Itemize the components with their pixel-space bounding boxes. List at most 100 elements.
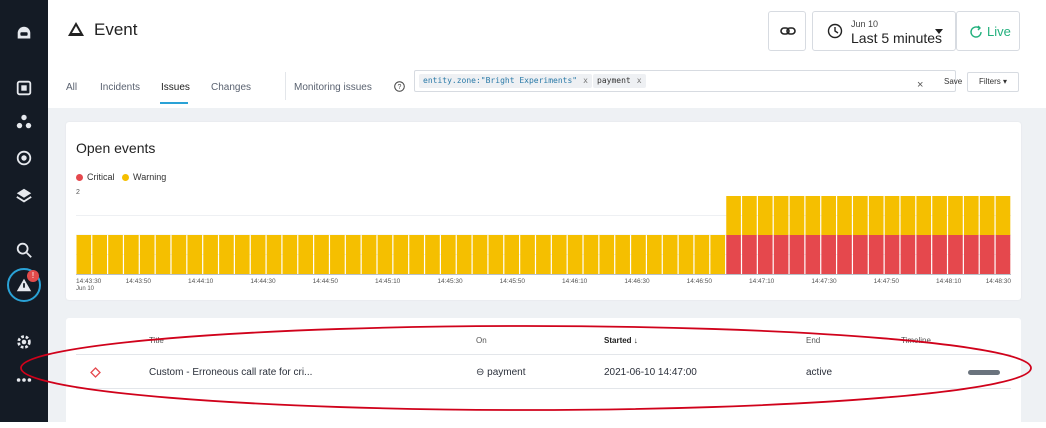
tab-issues[interactable]: Issues: [161, 82, 190, 93]
dashboard-icon[interactable]: [14, 78, 34, 98]
bar-critical[interactable]: [726, 235, 741, 274]
bar-warning[interactable]: [742, 196, 757, 235]
bar-warning[interactable]: [979, 196, 995, 235]
bar-warning[interactable]: [916, 196, 932, 235]
bar-critical[interactable]: [789, 235, 805, 274]
filter-chip-zone[interactable]: entity.zone:"Bright Experiments" x: [419, 74, 592, 88]
chip-remove-icon[interactable]: x: [637, 76, 642, 85]
bar-warning[interactable]: [124, 235, 139, 274]
bar-warning[interactable]: [139, 235, 155, 274]
bar-warning[interactable]: [520, 235, 535, 274]
bar-warning[interactable]: [92, 235, 107, 274]
filters-dropdown[interactable]: Filters ▾: [967, 72, 1019, 92]
bar-warning[interactable]: [377, 235, 393, 274]
bar-warning[interactable]: [345, 235, 361, 274]
bar-warning[interactable]: [726, 196, 741, 235]
bar-warning[interactable]: [868, 196, 884, 235]
bar-warning[interactable]: [662, 235, 678, 274]
bar-warning[interactable]: [219, 235, 234, 274]
bar-critical[interactable]: [742, 235, 757, 274]
bar-warning[interactable]: [504, 235, 520, 274]
column-timeline[interactable]: Timeline: [901, 336, 931, 345]
column-end[interactable]: End: [806, 336, 820, 345]
bar-warning[interactable]: [853, 196, 868, 235]
bar-critical[interactable]: [853, 235, 868, 274]
bar-warning[interactable]: [472, 235, 488, 274]
bar-warning[interactable]: [425, 235, 440, 274]
bar-warning[interactable]: [900, 196, 916, 235]
bar-warning[interactable]: [631, 235, 646, 274]
bar-warning[interactable]: [948, 196, 963, 235]
bar-warning[interactable]: [599, 235, 615, 274]
bar-warning[interactable]: [884, 196, 900, 235]
bar-warning[interactable]: [234, 235, 250, 274]
bar-warning[interactable]: [155, 235, 171, 274]
bar-critical[interactable]: [805, 235, 821, 274]
bar-warning[interactable]: [773, 196, 789, 235]
bar-critical[interactable]: [868, 235, 884, 274]
event-on[interactable]: ⊖ payment: [476, 367, 526, 378]
infrastructure-icon[interactable]: [14, 148, 34, 168]
bar-critical[interactable]: [821, 235, 836, 274]
bar-warning[interactable]: [615, 235, 630, 274]
bar-critical[interactable]: [963, 235, 979, 274]
column-started[interactable]: Started ↓: [604, 336, 638, 345]
bar-warning[interactable]: [789, 196, 805, 235]
search-icon[interactable]: [14, 240, 34, 260]
filter-chip-payment[interactable]: payment x: [593, 74, 646, 88]
bar-warning[interactable]: [583, 235, 599, 274]
bar-warning[interactable]: [171, 235, 187, 274]
bar-warning[interactable]: [187, 235, 203, 274]
tab-changes[interactable]: Changes: [211, 82, 251, 93]
bar-critical[interactable]: [948, 235, 963, 274]
bar-warning[interactable]: [932, 196, 947, 235]
settings-icon[interactable]: [14, 332, 34, 352]
bar-warning[interactable]: [108, 235, 123, 274]
tab-incidents[interactable]: Incidents: [100, 82, 140, 93]
bar-warning[interactable]: [409, 235, 424, 274]
logo-icon[interactable]: [14, 24, 34, 44]
column-title[interactable]: Title: [149, 336, 164, 345]
copy-link-button[interactable]: [768, 11, 806, 51]
bar-critical[interactable]: [979, 235, 995, 274]
bar-warning[interactable]: [821, 196, 836, 235]
legend-warning[interactable]: Warning: [133, 172, 166, 182]
bar-critical[interactable]: [916, 235, 932, 274]
bar-warning[interactable]: [266, 235, 282, 274]
tab-all[interactable]: All: [66, 82, 77, 93]
bar-critical[interactable]: [932, 235, 947, 274]
bar-warning[interactable]: [456, 235, 472, 274]
bar-warning[interactable]: [250, 235, 266, 274]
bar-warning[interactable]: [963, 196, 979, 235]
bar-warning[interactable]: [282, 235, 298, 274]
bar-warning[interactable]: [837, 196, 852, 235]
tab-monitoring-issues[interactable]: Monitoring issues: [294, 82, 372, 93]
save-filter-button[interactable]: Save: [944, 77, 962, 86]
bar-critical[interactable]: [757, 235, 773, 274]
bar-warning[interactable]: [536, 235, 551, 274]
bar-warning[interactable]: [567, 235, 583, 274]
live-toggle-button[interactable]: Live: [956, 11, 1020, 51]
bar-critical[interactable]: [995, 235, 1011, 274]
bar-warning[interactable]: [298, 235, 314, 274]
bar-warning[interactable]: [710, 235, 726, 274]
bar-warning[interactable]: [440, 235, 456, 274]
bar-warning[interactable]: [805, 196, 821, 235]
bar-warning[interactable]: [551, 235, 567, 274]
clear-filter-button[interactable]: ×: [917, 79, 923, 91]
topology-icon[interactable]: [14, 112, 34, 132]
bar-critical[interactable]: [837, 235, 852, 274]
bar-warning[interactable]: [488, 235, 504, 274]
bar-warning[interactable]: [203, 235, 218, 274]
filter-input[interactable]: entity.zone:"Bright Experiments" x paymen…: [414, 70, 956, 92]
bar-warning[interactable]: [361, 235, 377, 274]
legend-critical[interactable]: Critical: [87, 172, 115, 182]
column-on[interactable]: On: [476, 336, 487, 345]
bar-critical[interactable]: [884, 235, 900, 274]
bar-warning[interactable]: [995, 196, 1011, 235]
bar-warning[interactable]: [694, 235, 710, 274]
bar-warning[interactable]: [647, 235, 662, 274]
layers-icon[interactable]: [14, 186, 34, 206]
timeframe-selector[interactable]: Jun 10 Last 5 minutes: [812, 11, 956, 51]
bar-critical[interactable]: [773, 235, 789, 274]
